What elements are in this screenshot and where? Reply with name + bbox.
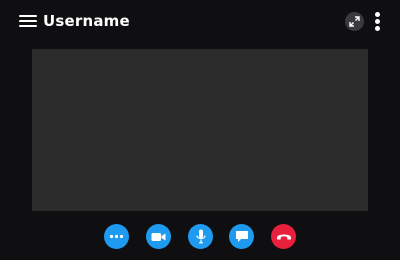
caller-username: Username — [43, 12, 130, 30]
expand-arrows-icon[interactable] — [345, 12, 364, 31]
video-feed — [32, 49, 368, 211]
vertical-ellipsis-icon[interactable] — [372, 11, 382, 33]
video-camera-button[interactable] — [146, 224, 171, 249]
chat-bubble-icon — [235, 231, 248, 242]
horizontal-ellipsis-icon — [109, 234, 124, 239]
end-call-button[interactable] — [271, 224, 296, 249]
more-options-button[interactable] — [104, 224, 129, 249]
microphone-icon — [195, 229, 206, 244]
microphone-button[interactable] — [188, 224, 213, 249]
chat-button[interactable] — [229, 224, 254, 249]
hang-up-phone-icon — [276, 234, 291, 240]
video-camera-icon — [151, 232, 166, 241]
video-call-window: Username — [0, 0, 400, 260]
hamburger-menu-icon[interactable] — [19, 14, 37, 29]
call-controls-bar — [0, 224, 400, 250]
